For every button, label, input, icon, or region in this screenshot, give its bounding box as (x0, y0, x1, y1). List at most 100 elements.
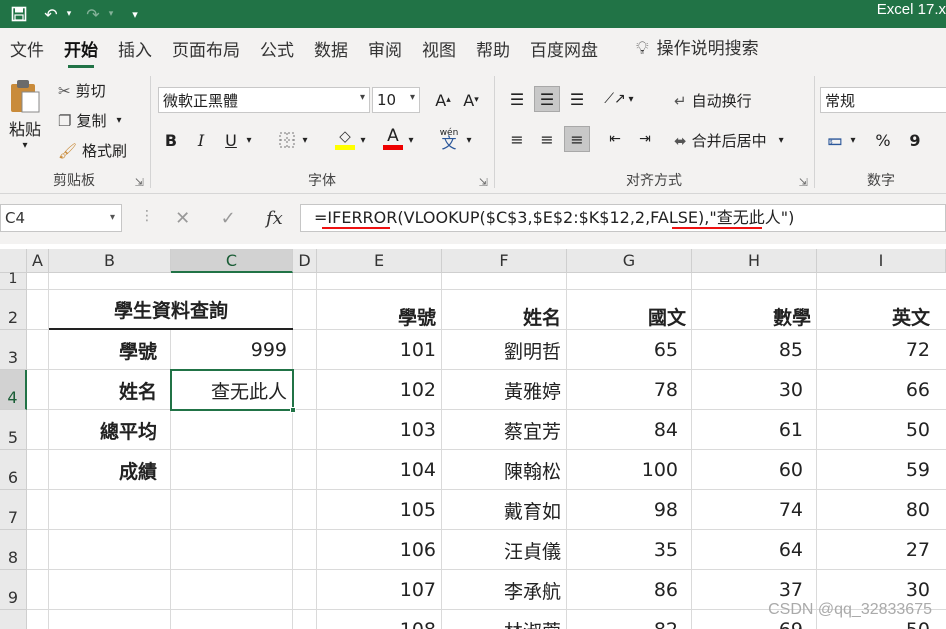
cell-id[interactable]: 103 (317, 410, 441, 450)
format-painter-button[interactable]: 🖌︎ 格式刷 (58, 140, 127, 161)
cell-english[interactable]: 72 (817, 330, 946, 370)
tab-baidu-netdisk[interactable]: 百度网盘 (520, 28, 608, 70)
cell-chinese[interactable]: 100 (567, 450, 691, 490)
dialog-launcher-icon[interactable]: ⇲ (135, 176, 144, 189)
lookup-label-name[interactable]: 姓名 (49, 370, 170, 410)
row-header-3[interactable]: 3 (0, 330, 27, 370)
tab-help[interactable]: 帮助 (466, 28, 520, 70)
cell-name[interactable]: 劉明哲 (442, 330, 566, 370)
phonetic-dropdown-icon[interactable]: ▾ (462, 127, 476, 153)
cell-english[interactable]: 66 (817, 370, 946, 410)
cell-math[interactable]: 74 (692, 490, 816, 530)
align-right-icon[interactable]: ≡ (564, 126, 590, 152)
align-bottom-icon[interactable]: ☰ (564, 86, 590, 112)
row-header-4[interactable]: 4 (0, 370, 27, 410)
paste-button[interactable]: 粘贴 ▾ (8, 78, 42, 151)
phonetic-guide-icon[interactable]: wén 文 (436, 125, 462, 151)
fill-handle[interactable] (290, 407, 296, 413)
increase-indent-icon[interactable]: ⇥ (632, 126, 658, 152)
cell-chinese[interactable]: 78 (567, 370, 691, 410)
enter-icon[interactable]: ✓ (221, 208, 236, 229)
tab-home[interactable]: 开始 (54, 28, 108, 70)
tell-me-search[interactable]: 💡︎ 操作说明搜索 (626, 28, 769, 70)
font-size-select[interactable]: 10 ▾ (372, 87, 420, 113)
fill-color-dropdown-icon[interactable]: ▾ (356, 127, 370, 153)
row-header-7[interactable]: 7 (0, 490, 27, 530)
row-header-8[interactable]: 8 (0, 530, 27, 570)
cell-id[interactable]: 106 (317, 530, 441, 570)
align-top-icon[interactable]: ☰ (504, 86, 530, 112)
worksheet-grid[interactable]: A B C D E F G H I 1 2 3 4 5 6 7 8 9 學生資料… (0, 249, 946, 629)
undo-dropdown-icon[interactable]: ▾ (64, 2, 74, 26)
row-header-6[interactable]: 6 (0, 450, 27, 490)
font-color-dropdown-icon[interactable]: ▾ (404, 127, 418, 153)
column-header-h[interactable]: H (692, 249, 817, 273)
formula-input[interactable]: =IFERROR(VLOOKUP($C$3,$E$2:$K$12,2,FALSE… (300, 204, 946, 232)
lookup-title[interactable]: 學生資料查詢 (49, 290, 293, 329)
row-header-2[interactable]: 2 (0, 290, 27, 330)
cell-name[interactable]: 汪貞儀 (442, 530, 566, 570)
font-color-icon[interactable]: A (380, 125, 406, 151)
percent-style-button[interactable]: % (870, 127, 896, 153)
column-header-b[interactable]: B (49, 249, 171, 273)
tab-formulas[interactable]: 公式 (250, 28, 304, 70)
accounting-format-icon[interactable]: 💵︎ (822, 127, 848, 153)
lookup-id-value[interactable]: 999 (171, 330, 292, 370)
cell-chinese[interactable]: 84 (567, 410, 691, 450)
shrink-font-button[interactable]: A ▾ (458, 87, 484, 113)
cell-name[interactable]: 李承航 (442, 570, 566, 610)
tab-insert[interactable]: 插入 (108, 28, 162, 70)
cell-chinese[interactable]: 82 (567, 610, 691, 629)
cell-id[interactable]: 101 (317, 330, 441, 370)
row-header-9[interactable]: 9 (0, 570, 27, 610)
cell-name[interactable]: 戴育如 (442, 490, 566, 530)
select-all-corner[interactable] (0, 249, 27, 273)
cell-name[interactable]: 黃雅婷 (442, 370, 566, 410)
redo-icon[interactable]: ↷ (80, 2, 106, 26)
lookup-label-average[interactable]: 總平均 (49, 410, 170, 450)
row-header-10[interactable] (0, 610, 27, 629)
column-header-a[interactable]: A (27, 249, 49, 273)
tab-view[interactable]: 视图 (412, 28, 466, 70)
formula-bar-grip-icon[interactable]: ⋮ (140, 208, 154, 224)
cut-button[interactable]: ✂ 剪切 (58, 80, 106, 101)
cell-id[interactable]: 107 (317, 570, 441, 610)
cancel-icon[interactable]: ✕ (175, 208, 190, 229)
row-header-5[interactable]: 5 (0, 410, 27, 450)
wrap-text-button[interactable]: ↵ 自动换行 (674, 90, 752, 111)
cell-english[interactable]: 27 (817, 530, 946, 570)
undo-icon[interactable]: ↶ (38, 2, 64, 26)
tab-review[interactable]: 审阅 (358, 28, 412, 70)
column-header-c[interactable]: C (171, 249, 293, 273)
cell-english[interactable]: 59 (817, 450, 946, 490)
underline-dropdown-icon[interactable]: ▾ (242, 127, 256, 153)
insert-function-icon[interactable]: fx (266, 208, 283, 229)
align-left-icon[interactable]: ≡ (504, 126, 530, 152)
copy-button[interactable]: ❐ 复制 ▾ (58, 110, 122, 131)
lookup-label-grade[interactable]: 成績 (49, 450, 170, 490)
decrease-indent-icon[interactable]: ⇤ (602, 126, 628, 152)
cell-id[interactable]: 104 (317, 450, 441, 490)
column-header-d[interactable]: D (293, 249, 317, 273)
cell-id[interactable]: 102 (317, 370, 441, 410)
cell-chinese[interactable]: 65 (567, 330, 691, 370)
tab-page-layout[interactable]: 页面布局 (162, 28, 250, 70)
comma-style-button[interactable]: 9 (902, 127, 928, 153)
grow-font-button[interactable]: A ▴ (430, 87, 456, 113)
redo-dropdown-icon[interactable]: ▾ (106, 2, 116, 26)
cell-name[interactable]: 林淑蓉 (442, 610, 566, 629)
cell-math[interactable]: 85 (692, 330, 816, 370)
cell-chinese[interactable]: 35 (567, 530, 691, 570)
merge-center-button[interactable]: ⬌ 合并后居中 ▾ (674, 130, 784, 151)
align-middle-icon[interactable]: ☰ (534, 86, 560, 112)
cell-math[interactable]: 30 (692, 370, 816, 410)
cell-english[interactable]: 50 (817, 410, 946, 450)
cell-math[interactable]: 60 (692, 450, 816, 490)
customize-qat-icon[interactable]: ▾ (122, 2, 148, 26)
tab-data[interactable]: 数据 (304, 28, 358, 70)
cell-chinese[interactable]: 86 (567, 570, 691, 610)
align-center-icon[interactable]: ≡ (534, 126, 560, 152)
cell-name[interactable]: 陳翰松 (442, 450, 566, 490)
dialog-launcher-icon[interactable]: ⇲ (799, 176, 808, 189)
borders-icon[interactable] (274, 127, 300, 153)
